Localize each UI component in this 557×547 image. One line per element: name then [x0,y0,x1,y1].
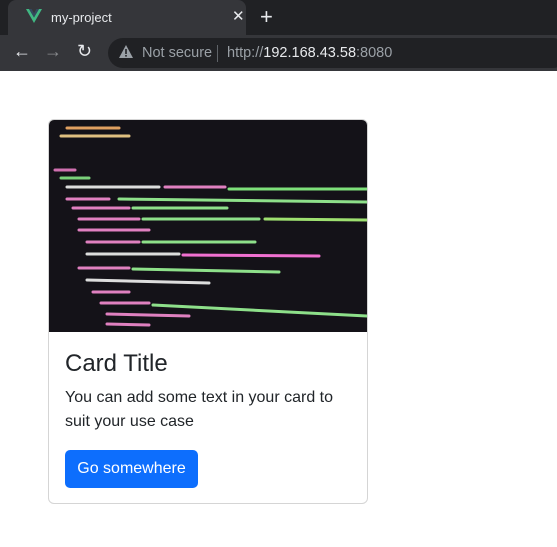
close-tab-icon[interactable]: ✕ [232,7,245,25]
go-somewhere-button[interactable]: Go somewhere [65,450,198,488]
card-title: Card Title [65,350,168,377]
forward-icon[interactable]: → [44,41,62,62]
card-image [49,120,367,332]
tab-strip: my-project ✕ + [0,0,557,35]
security-label[interactable]: Not secure [142,45,212,61]
tab-my-project[interactable]: my-project ✕ [8,0,246,35]
url-text[interactable]: http://192.168.43.58:8080 [227,45,392,61]
url-scheme: http:// [227,45,264,61]
warning-icon[interactable] [118,44,134,59]
url-port: :8080 [356,45,393,61]
url-host: 192.168.43.58 [263,45,357,61]
new-tab-icon[interactable]: + [260,4,273,30]
card: Card Title You can add some text in your… [48,119,368,504]
reload-icon[interactable]: ↻ [77,41,92,62]
vue-logo-icon [26,9,42,23]
card-text: You can add some text in your card to su… [65,389,334,430]
address-bar[interactable]: Not secure http://192.168.43.58:8080 [108,38,557,68]
divider [217,45,218,62]
browser-toolbar: ← → ↻ Not secure http://192.168.43.58:80… [0,35,557,71]
back-icon[interactable]: ← [13,41,31,62]
tab-title: my-project [51,10,112,25]
